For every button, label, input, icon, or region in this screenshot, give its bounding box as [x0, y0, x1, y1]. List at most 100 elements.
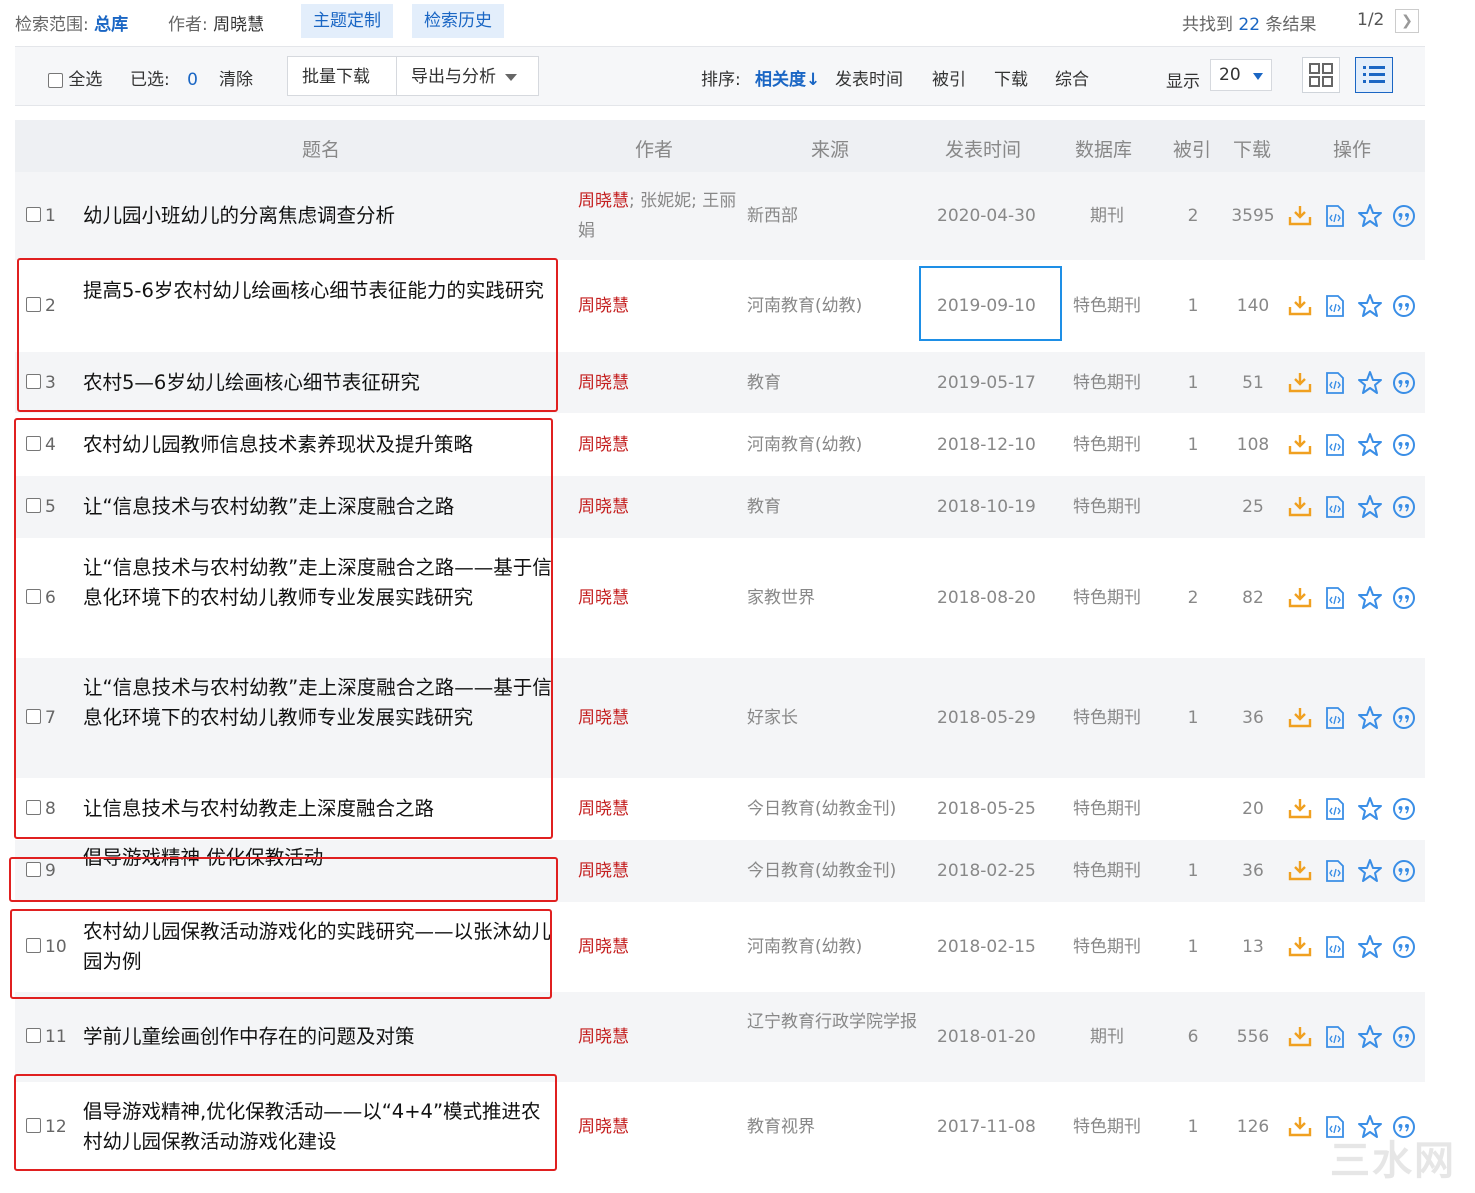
- source-link[interactable]: 家教世界: [747, 583, 917, 613]
- source-link[interactable]: 河南教育(幼教): [747, 291, 917, 321]
- html-read-icon[interactable]: [1322, 432, 1348, 458]
- row-checkbox[interactable]: [26, 207, 41, 222]
- quote-cite-icon[interactable]: [1391, 1024, 1417, 1050]
- star-favorite-icon[interactable]: [1357, 858, 1383, 884]
- source-link[interactable]: 河南教育(幼教): [747, 430, 917, 460]
- quote-cite-icon[interactable]: [1391, 585, 1417, 611]
- quote-cite-icon[interactable]: [1391, 494, 1417, 520]
- download-icon[interactable]: [1287, 432, 1313, 458]
- source-link[interactable]: 今日教育(幼教金刊): [747, 856, 917, 886]
- sort-cited[interactable]: 被引: [932, 65, 966, 90]
- page-size-select[interactable]: 20: [1210, 59, 1272, 91]
- source-link[interactable]: 河南教育(幼教): [747, 932, 917, 962]
- author-link[interactable]: 周晓慧: [578, 799, 629, 819]
- sort-relevance[interactable]: 相关度↓: [755, 65, 820, 90]
- html-read-icon[interactable]: [1322, 370, 1348, 396]
- cited-count[interactable]: 1: [1173, 1112, 1213, 1142]
- download-icon[interactable]: [1287, 203, 1313, 229]
- author-link[interactable]: 周晓慧: [578, 497, 629, 517]
- grid-view-button[interactable]: [1302, 57, 1340, 93]
- author-link[interactable]: 周晓慧: [578, 937, 629, 957]
- author-link[interactable]: 周晓慧: [578, 191, 629, 211]
- select-all-checkbox[interactable]: [48, 72, 63, 88]
- select-all[interactable]: 全选: [48, 65, 102, 90]
- author-link[interactable]: 周晓慧: [578, 435, 629, 455]
- star-favorite-icon[interactable]: [1357, 203, 1383, 229]
- author-link[interactable]: 周晓慧: [578, 861, 629, 881]
- sort-date[interactable]: 发表时间: [835, 65, 903, 90]
- star-favorite-icon[interactable]: [1357, 1024, 1383, 1050]
- download-icon[interactable]: [1287, 1114, 1313, 1140]
- cited-count[interactable]: 1: [1173, 291, 1213, 321]
- source-link[interactable]: 辽宁教育行政学院学报: [747, 1007, 917, 1037]
- star-favorite-icon[interactable]: [1357, 293, 1383, 319]
- source-link[interactable]: 教育视界: [747, 1112, 917, 1142]
- scope-value[interactable]: 总库: [94, 15, 128, 35]
- author-link[interactable]: 周晓慧: [578, 1117, 629, 1137]
- list-view-button[interactable]: [1355, 57, 1393, 93]
- html-read-icon[interactable]: [1322, 934, 1348, 960]
- sort-overall[interactable]: 综合: [1055, 65, 1089, 90]
- html-read-icon[interactable]: [1322, 293, 1348, 319]
- star-favorite-icon[interactable]: [1357, 705, 1383, 731]
- quote-cite-icon[interactable]: [1391, 432, 1417, 458]
- author-link[interactable]: 周晓慧: [578, 296, 629, 316]
- html-read-icon[interactable]: [1322, 494, 1348, 520]
- source-link[interactable]: 教育: [747, 368, 917, 398]
- quote-cite-icon[interactable]: [1391, 293, 1417, 319]
- cited-count[interactable]: 6: [1173, 1022, 1213, 1052]
- star-favorite-icon[interactable]: [1357, 370, 1383, 396]
- html-read-icon[interactable]: [1322, 705, 1348, 731]
- html-read-icon[interactable]: [1322, 858, 1348, 884]
- search-history-button[interactable]: 检索历史: [412, 4, 504, 38]
- download-icon[interactable]: [1287, 934, 1313, 960]
- author-link[interactable]: 周晓慧: [578, 373, 629, 393]
- cited-count[interactable]: 1: [1173, 430, 1213, 460]
- quote-cite-icon[interactable]: [1391, 705, 1417, 731]
- cited-count[interactable]: 2: [1173, 583, 1213, 613]
- star-favorite-icon[interactable]: [1357, 796, 1383, 822]
- html-read-icon[interactable]: [1322, 1024, 1348, 1050]
- author-link[interactable]: 周晓慧: [578, 1027, 629, 1047]
- sort-download[interactable]: 下载: [994, 65, 1028, 90]
- quote-cite-icon[interactable]: [1391, 203, 1417, 229]
- download-icon[interactable]: [1287, 858, 1313, 884]
- quote-cite-icon[interactable]: [1391, 796, 1417, 822]
- star-favorite-icon[interactable]: [1357, 494, 1383, 520]
- clear-button[interactable]: 清除: [219, 65, 253, 90]
- source-link[interactable]: 新西部: [747, 201, 917, 231]
- batch-download-button[interactable]: 批量下载: [287, 56, 397, 96]
- html-read-icon[interactable]: [1322, 796, 1348, 822]
- source-link[interactable]: 教育: [747, 492, 917, 522]
- next-page-button[interactable]: ❯: [1395, 9, 1419, 33]
- article-title-link[interactable]: 幼儿园小班幼儿的分离焦虑调查分析: [83, 201, 553, 231]
- row-checkbox[interactable]: [26, 1028, 41, 1043]
- quote-cite-icon[interactable]: [1391, 934, 1417, 960]
- article-title-link[interactable]: 学前儿童绘画创作中存在的问题及对策: [83, 1022, 553, 1052]
- download-icon[interactable]: [1287, 585, 1313, 611]
- source-link[interactable]: 今日教育(幼教金刊): [747, 794, 917, 824]
- cited-count[interactable]: 1: [1173, 856, 1213, 886]
- cited-count[interactable]: 2: [1173, 201, 1213, 231]
- source-link[interactable]: 好家长: [747, 703, 917, 733]
- download-icon[interactable]: [1287, 494, 1313, 520]
- quote-cite-icon[interactable]: [1391, 370, 1417, 396]
- html-read-icon[interactable]: [1322, 203, 1348, 229]
- star-favorite-icon[interactable]: [1357, 934, 1383, 960]
- author-link[interactable]: 周晓慧: [578, 588, 629, 608]
- html-read-icon[interactable]: [1322, 585, 1348, 611]
- quote-cite-icon[interactable]: [1391, 858, 1417, 884]
- cited-count[interactable]: 1: [1173, 368, 1213, 398]
- topic-custom-button[interactable]: 主题定制: [301, 4, 393, 38]
- cited-count[interactable]: 1: [1173, 703, 1213, 733]
- download-icon[interactable]: [1287, 370, 1313, 396]
- author-link[interactable]: 周晓慧: [578, 708, 629, 728]
- export-analyze-button[interactable]: 导出与分析: [396, 56, 539, 96]
- download-icon[interactable]: [1287, 705, 1313, 731]
- download-icon[interactable]: [1287, 1024, 1313, 1050]
- star-favorite-icon[interactable]: [1357, 585, 1383, 611]
- download-icon[interactable]: [1287, 796, 1313, 822]
- star-favorite-icon[interactable]: [1357, 432, 1383, 458]
- download-icon[interactable]: [1287, 293, 1313, 319]
- cited-count[interactable]: 1: [1173, 932, 1213, 962]
